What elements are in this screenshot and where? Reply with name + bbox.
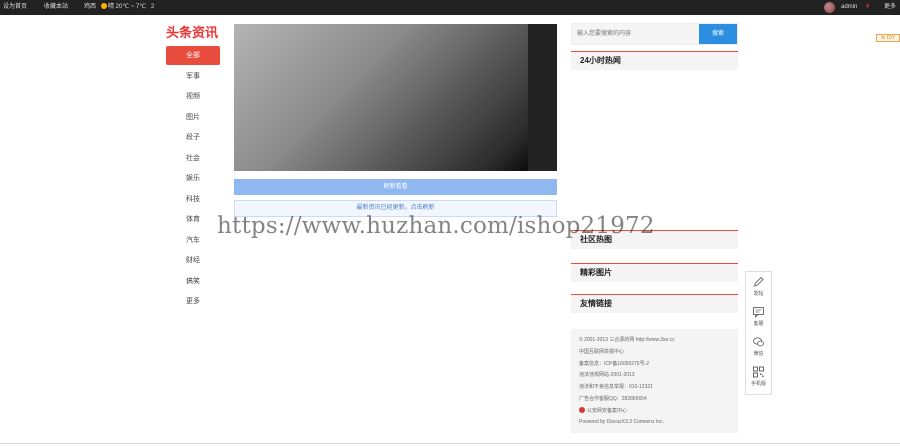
category-nav: 全部 军事 视频 图片 段子 社会 娱乐 科技 体育 汽车 财经 搞笑 更多 <box>166 46 220 313</box>
post-tool-label: 发帖 <box>753 291 764 297</box>
weather-text: 晴 20℃ ~ 7℃ <box>108 4 146 10</box>
support-tool[interactable]: 客服 <box>746 302 771 332</box>
site-footer-info: © 2001-2013 三合源的网 http://www.3se.cc 中国互联… <box>571 329 738 433</box>
pencil-icon <box>753 276 764 287</box>
nav-item-military[interactable]: 军事 <box>166 67 220 88</box>
username-link[interactable]: admin <box>841 0 857 15</box>
nav-item-finance[interactable]: 财经 <box>166 251 220 272</box>
nav-item-funny[interactable]: 搞笑 <box>166 272 220 293</box>
diy-button[interactable]: ⚙ DIY <box>876 34 900 42</box>
site-logo[interactable]: 头条资讯 <box>166 22 218 41</box>
nav-item-society[interactable]: 社会 <box>166 149 220 170</box>
icp-record[interactable]: 备案信息：ICP备16050276号-2 <box>579 360 738 372</box>
nav-item-tech[interactable]: 科技 <box>166 190 220 211</box>
report-center-link[interactable]: 中国互联网举报中心 <box>579 348 738 360</box>
set-home-link[interactable]: 设为首页 <box>3 0 27 15</box>
nav-item-auto[interactable]: 汽车 <box>166 231 220 252</box>
police-badge-icon <box>579 406 585 413</box>
illegal-sites-line: 违法违规网站-2001-2013 <box>579 372 635 379</box>
post-tool[interactable]: 发帖 <box>746 272 771 302</box>
nav-item-entertainment[interactable]: 娱乐 <box>166 169 220 190</box>
refresh-button[interactable]: 刷新看看 <box>234 179 557 195</box>
search-box: 搜索 <box>571 23 738 45</box>
nav-item-video[interactable]: 视频 <box>166 87 220 108</box>
side-toolbar: 发帖 客服 微信 手机版 <box>745 271 772 395</box>
avatar[interactable] <box>824 2 835 13</box>
search-input[interactable] <box>572 24 700 44</box>
powered-by: Powered by DiscuzX3.3 Comsenz Inc. <box>579 418 665 425</box>
city-label[interactable]: 鸡西 <box>84 0 96 15</box>
police-record-link[interactable]: 公安网安备案中心 <box>579 406 738 419</box>
headline-banner[interactable] <box>234 24 557 171</box>
friend-links-heading: 友情链接 <box>571 294 738 313</box>
banner-image[interactable] <box>234 24 528 171</box>
ad-contact: 广告合作客服QQ：282865654 <box>579 395 647 402</box>
top-bar: 设为首页 收藏本站 鸡西 晴 20℃ ~ 7℃ 2 admin ¥ 更多 <box>0 0 900 15</box>
police-record-text: 公安网安备案中心 <box>587 407 628 414</box>
diy-label: DIY <box>886 35 896 41</box>
report-hotline: 违法和不良信息举报：010-12321 <box>579 384 653 391</box>
support-tool-label: 客服 <box>753 321 764 327</box>
nav-item-jokes[interactable]: 段子 <box>166 128 220 149</box>
hot-news-heading: 24小时热闻 <box>571 51 738 70</box>
topbar-extra: 2 <box>151 4 155 10</box>
nav-item-all[interactable]: 全部 <box>166 46 220 65</box>
page-bottom-divider <box>0 443 900 444</box>
qrcode-icon <box>753 366 764 378</box>
more-menu[interactable]: 更多 <box>884 0 896 15</box>
bookmark-link[interactable]: 收藏本站 <box>44 0 68 15</box>
wechat-tool[interactable]: 微信 <box>746 332 771 362</box>
nav-item-pictures[interactable]: 图片 <box>166 108 220 129</box>
weather-info: 晴 20℃ ~ 7℃ <box>101 0 146 15</box>
nav-item-more[interactable]: 更多 <box>166 292 220 313</box>
user-badge: ¥ <box>866 4 870 10</box>
wechat-icon <box>753 337 764 347</box>
search-button[interactable]: 搜索 <box>699 24 737 44</box>
mobile-tool[interactable]: 手机版 <box>746 362 771 392</box>
wechat-tool-label: 微信 <box>753 351 764 357</box>
copyright-line: © 2001-2013 三合源的网 http://www.3se.cc <box>579 337 675 343</box>
mobile-tool-label: 手机版 <box>750 381 766 387</box>
featured-pics-heading: 精彩图片 <box>571 263 738 282</box>
message-icon <box>753 307 764 318</box>
watermark-text: https://www.huzhan.com/ishop21972 <box>217 213 655 239</box>
nav-item-sports[interactable]: 体育 <box>166 210 220 231</box>
sun-icon <box>101 3 107 9</box>
